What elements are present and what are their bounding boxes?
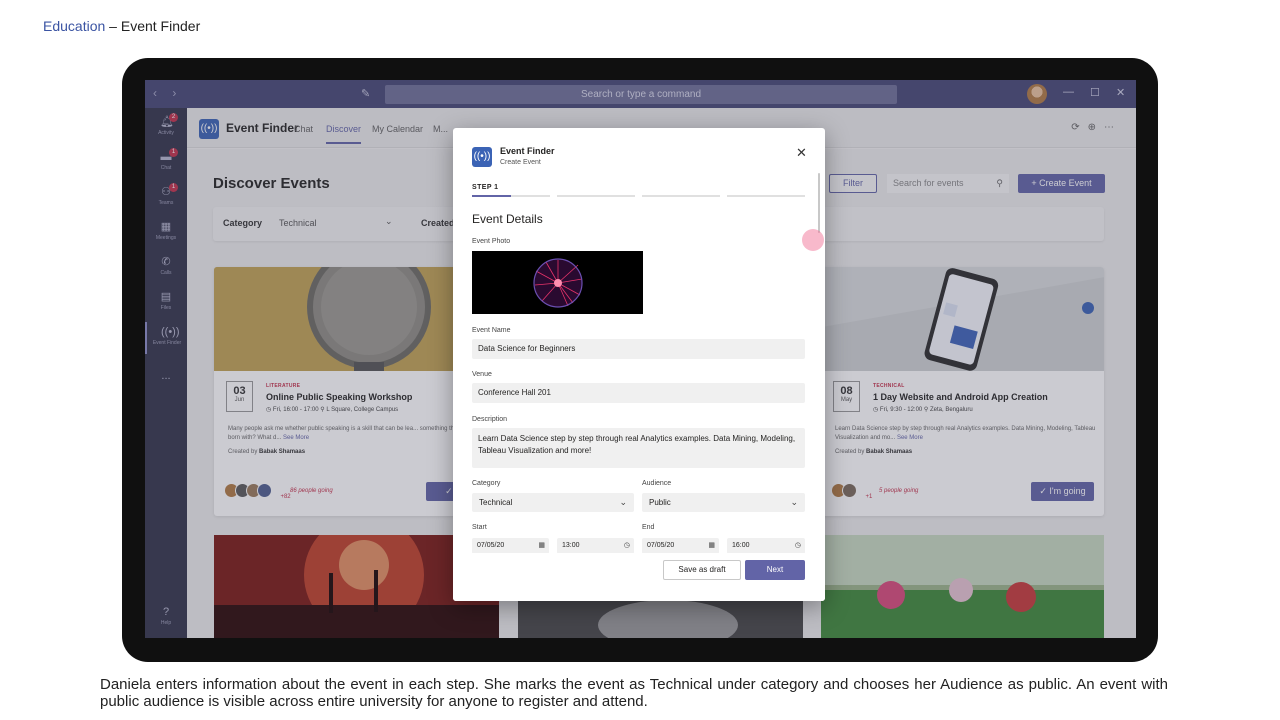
description-textarea[interactable]: Learn Data Science step by step through … <box>472 428 805 468</box>
event-finder-logo-icon: ((•)) <box>472 147 492 167</box>
calendar-icon: ▦ <box>708 542 715 549</box>
cursor-indicator <box>802 229 824 251</box>
audience-value: Public <box>649 498 671 507</box>
event-photo[interactable] <box>472 251 643 314</box>
clock-icon: ◷ <box>623 542 630 549</box>
calendar-icon: ▦ <box>538 542 545 549</box>
dialog-footer: Save as draft Next <box>453 553 825 601</box>
step-progress-4 <box>727 195 805 197</box>
end-time-input[interactable]: 16:00 ◷ <box>727 538 805 554</box>
step-label: STEP 1 <box>472 184 499 191</box>
end-date-input[interactable]: 07/05/20 ▦ <box>642 538 719 554</box>
audience-label: Audience <box>642 480 672 487</box>
create-event-dialog: ((•)) Event Finder Create Event ✕ STEP 1… <box>453 128 825 601</box>
slide-crumb: Education <box>43 18 106 34</box>
section-heading: Event Details <box>472 212 543 226</box>
end-label: End <box>642 524 655 531</box>
slide-dash: – <box>105 18 121 34</box>
dialog-close-icon[interactable]: ✕ <box>796 145 807 161</box>
chevron-down-icon: ⌄ <box>619 497 627 507</box>
venue-input[interactable]: Conference Hall 201 <box>472 383 805 403</box>
step-progress-3 <box>642 195 720 197</box>
start-time-value: 13:00 <box>562 542 580 549</box>
event-name-label: Event Name <box>472 327 511 334</box>
event-name-input[interactable]: Data Science for Beginners <box>472 339 805 359</box>
start-time-input[interactable]: 13:00 ◷ <box>557 538 634 554</box>
event-photo-label: Event Photo <box>472 238 511 245</box>
slide-title-text: Event Finder <box>120 18 201 34</box>
end-time-value: 16:00 <box>732 542 750 549</box>
save-as-draft-button[interactable]: Save as draft <box>663 560 741 580</box>
next-button[interactable]: Next <box>745 560 805 580</box>
chevron-down-icon: ⌄ <box>790 497 798 507</box>
category-value: Technical <box>479 498 513 507</box>
start-date-value: 07/05/20 <box>477 542 505 549</box>
category-select[interactable]: Technical ⌄ <box>472 493 634 512</box>
start-date-input[interactable]: 07/05/20 ▦ <box>472 538 549 554</box>
start-label: Start <box>472 524 487 531</box>
slide-title: Education – Event Finder <box>43 18 200 34</box>
step-progress-2 <box>557 195 635 197</box>
dialog-scrollbar[interactable] <box>818 173 820 233</box>
step-progress-track <box>511 195 550 197</box>
slide-caption: Daniela enters information about the eve… <box>100 676 1168 710</box>
dialog-subtitle: Create Event <box>500 159 541 166</box>
venue-label: Venue <box>472 371 492 378</box>
category-label: Category <box>472 480 501 487</box>
description-label: Description <box>472 416 508 423</box>
clock-icon: ◷ <box>794 542 801 549</box>
end-date-value: 07/05/20 <box>647 542 675 549</box>
step-progress-active <box>472 195 511 197</box>
audience-select[interactable]: Public ⌄ <box>642 493 805 512</box>
dialog-app-name: Event Finder <box>500 146 555 156</box>
